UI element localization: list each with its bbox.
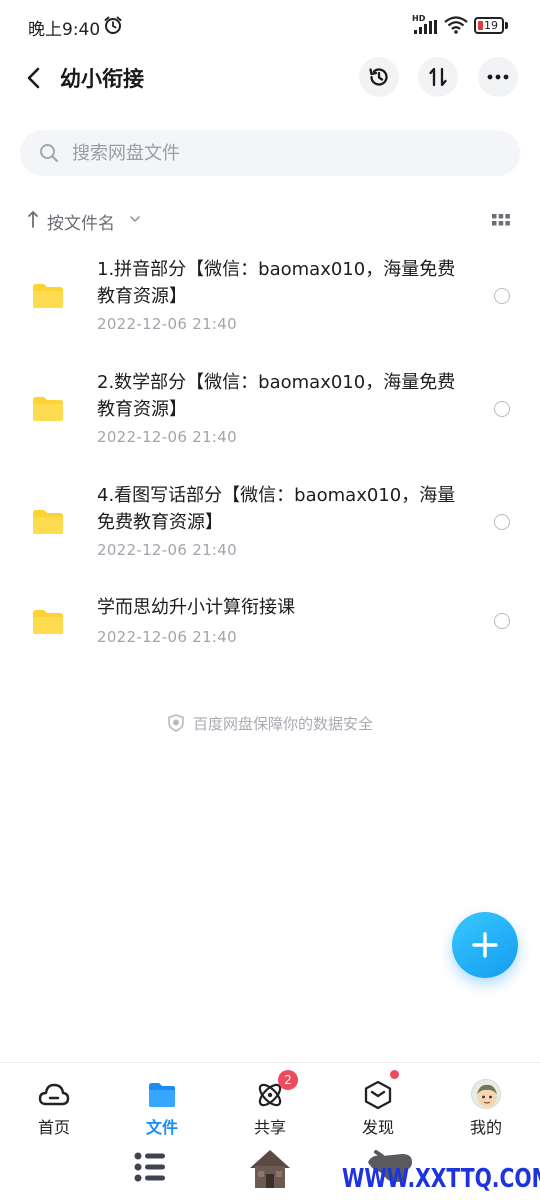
- sort-bar: 按文件名: [0, 200, 540, 240]
- page-title: 幼小衔接: [60, 67, 144, 91]
- discover-box-icon: [364, 1080, 392, 1110]
- file-row[interactable]: 2.数学部分【微信：baomax010，海量免费教育资源】 2022-12-06…: [0, 367, 540, 467]
- battery-indicator: 19: [474, 17, 508, 34]
- nav-share[interactable]: 2 共享: [216, 1063, 324, 1137]
- select-checkbox[interactable]: [494, 288, 510, 304]
- history-icon: [369, 68, 388, 86]
- status-bar: 晚上9:40 HD 19: [0, 0, 540, 52]
- transfer-button[interactable]: [418, 57, 458, 97]
- battery-level: [478, 21, 483, 30]
- avatar: [471, 1079, 501, 1109]
- file-date: 2022-12-06 21:40: [97, 428, 237, 446]
- more-dots-icon: [487, 74, 509, 80]
- file-row[interactable]: 4.看图写话部分【微信：baomax010，海量免费教育资源】 2022-12-…: [0, 480, 540, 580]
- plus-icon: [472, 932, 498, 958]
- search-input[interactable]: [72, 130, 502, 176]
- select-checkbox[interactable]: [494, 514, 510, 530]
- nav-profile-label: 我的: [469, 1118, 502, 1137]
- folder-icon: [33, 397, 63, 421]
- nav-discover[interactable]: 发现: [324, 1063, 432, 1137]
- nav-home-label: 首页: [37, 1118, 70, 1137]
- nav-share-label: 共享: [253, 1118, 286, 1137]
- status-time: 晚上9:40: [28, 20, 101, 40]
- folder-icon: [149, 1083, 175, 1107]
- bottom-nav: 首页 文件 2 共享 发现 我的: [0, 1062, 540, 1137]
- nav-home[interactable]: 首页: [0, 1063, 108, 1137]
- home-cloud-icon: [38, 1083, 70, 1106]
- watermark-text: WWW.XXTTQ.COM: [342, 1164, 540, 1194]
- select-checkbox[interactable]: [494, 613, 510, 629]
- file-date: 2022-12-06 21:40: [97, 315, 237, 333]
- select-checkbox[interactable]: [494, 401, 510, 417]
- nav-profile[interactable]: 我的: [432, 1063, 540, 1137]
- share-badge: 2: [278, 1070, 298, 1090]
- file-name: 1.拼音部分【微信：baomax010，海量免费教育资源】: [97, 259, 456, 307]
- battery-tip: [505, 22, 508, 29]
- back-arrow-icon: [27, 67, 40, 89]
- file-name: 学而思幼升小计算衔接课: [97, 597, 295, 618]
- history-button[interactable]: [359, 57, 399, 97]
- discover-dot-badge: [390, 1070, 399, 1079]
- back-button[interactable]: [18, 62, 50, 94]
- sort-up-arrow-icon: [28, 211, 38, 228]
- file-row[interactable]: 学而思幼升小计算衔接课 2022-12-06 21:40: [0, 593, 540, 663]
- grid-view-icon[interactable]: [492, 214, 510, 226]
- shield-icon: [168, 714, 184, 732]
- app-header: 幼小衔接: [0, 52, 540, 104]
- avatar-face-icon: [477, 1084, 497, 1107]
- cellular-signal-icon: [414, 20, 437, 34]
- file-row[interactable]: 1.拼音部分【微信：baomax010，海量免费教育资源】 2022-12-06…: [0, 254, 540, 354]
- up-down-arrows-icon: [429, 67, 447, 87]
- nav-discover-label: 发现: [361, 1118, 394, 1137]
- more-options-button[interactable]: [478, 57, 518, 97]
- battery-body: 19: [474, 17, 504, 34]
- nav-files[interactable]: 文件: [108, 1063, 216, 1137]
- file-date: 2022-12-06 21:40: [97, 628, 237, 646]
- data-safety-text: 百度网盘保障你的数据安全: [192, 714, 373, 733]
- data-safety-note: 百度网盘保障你的数据安全: [0, 710, 540, 736]
- chevron-down-icon[interactable]: [129, 214, 141, 224]
- alarm-clock-icon: [104, 16, 122, 34]
- search-icon: [40, 144, 59, 163]
- home-house-icon[interactable]: [246, 1144, 294, 1192]
- wifi-icon: [444, 16, 468, 34]
- sort-by-name-button[interactable]: 按文件名: [47, 209, 115, 234]
- battery-percent: 19: [484, 19, 498, 32]
- search-bar[interactable]: [20, 130, 520, 176]
- folder-icon: [33, 610, 63, 634]
- folder-icon: [33, 510, 63, 534]
- recent-apps-icon[interactable]: [133, 1150, 167, 1184]
- file-name: 4.看图写话部分【微信：baomax010，海量免费教育资源】: [97, 485, 456, 533]
- nav-files-label: 文件: [145, 1118, 178, 1137]
- file-name: 2.数学部分【微信：baomax010，海量免费教育资源】: [97, 372, 456, 420]
- file-date: 2022-12-06 21:40: [97, 541, 237, 559]
- folder-icon: [33, 284, 63, 308]
- add-fab-button[interactable]: [452, 912, 518, 978]
